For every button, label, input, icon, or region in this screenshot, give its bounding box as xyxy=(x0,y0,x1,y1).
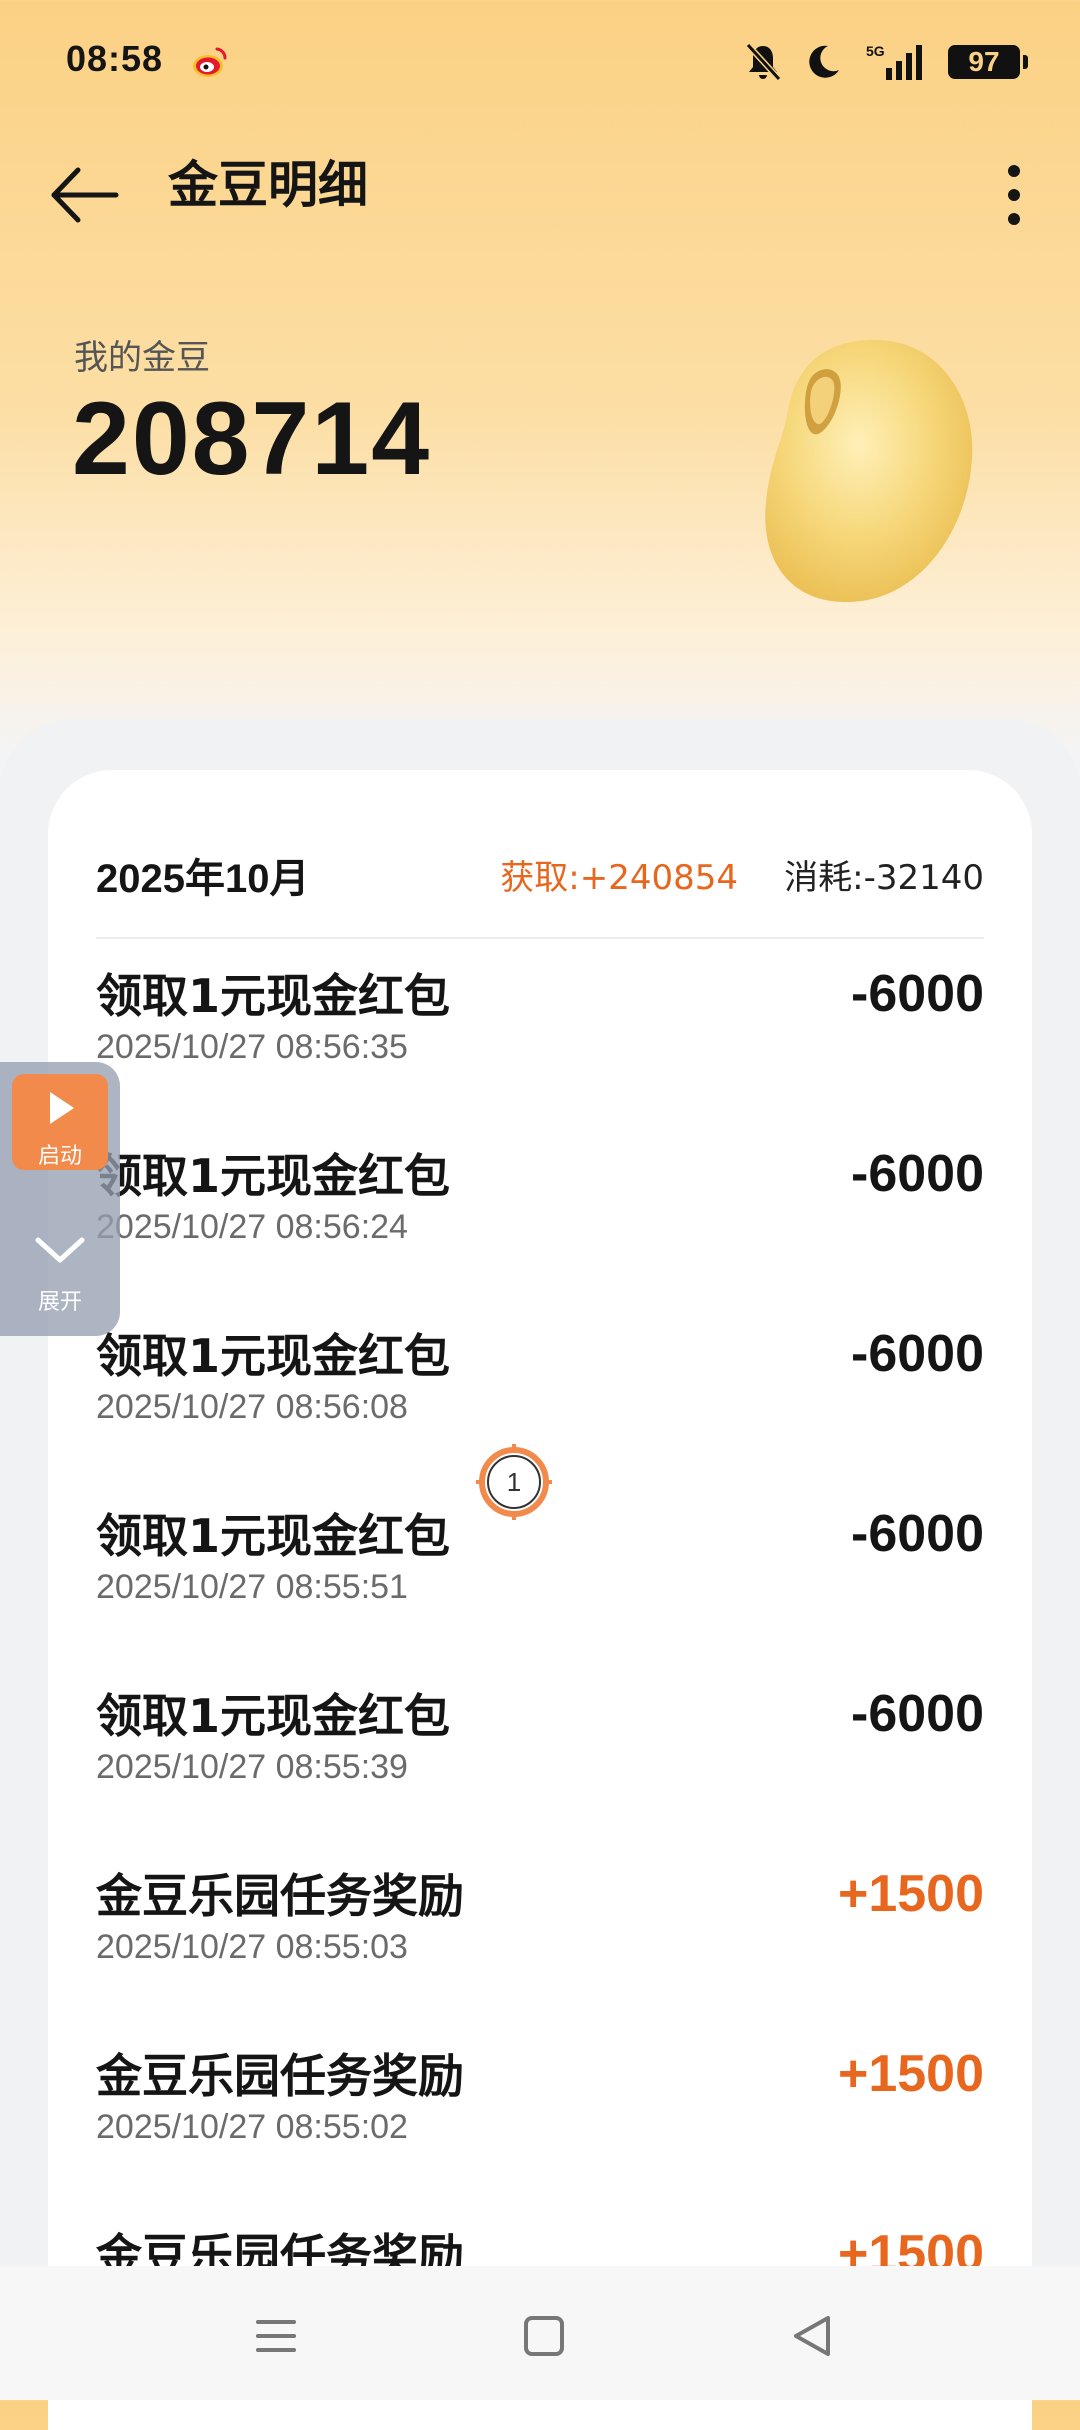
transaction-time: 2025/10/27 08:55:39 xyxy=(96,1748,408,1786)
spent-total: 消耗:-32140 xyxy=(784,858,984,898)
more-options-button[interactable] xyxy=(966,150,1046,230)
list-item[interactable]: 金豆乐园任务奖励 2025/10/27 08:55:02 +1500 xyxy=(96,2040,984,2220)
list-item[interactable]: 领取1元现金红包 2025/10/27 08:56:35 -6000 xyxy=(96,960,984,1140)
status-icons: 5G 97 xyxy=(744,40,1028,84)
menu-icon xyxy=(256,2320,296,2352)
list-item[interactable]: 金豆乐园任务奖励 2025/10/27 08:55:03 +1500 xyxy=(96,1860,984,2040)
page-title: 金豆明细 xyxy=(168,156,368,214)
network-type: 5G xyxy=(866,43,885,59)
transaction-time: 2025/10/27 08:55:03 xyxy=(96,1928,408,1966)
start-button[interactable]: 启动 xyxy=(12,1074,108,1170)
list-item[interactable]: 领取1元现金红包 2025/10/27 08:56:24 -6000 xyxy=(96,1140,984,1320)
touch-marker-icon: 1 xyxy=(476,1444,552,1520)
play-icon xyxy=(50,1092,74,1124)
transaction-amount: -6000 xyxy=(851,965,984,1023)
menu-button[interactable] xyxy=(236,2296,316,2376)
transaction-amount: +1500 xyxy=(837,2045,984,2103)
transaction-list: 领取1元现金红包 2025/10/27 08:56:35 -6000 领取1元现… xyxy=(96,960,984,2400)
transaction-title: 金豆乐园任务奖励 xyxy=(96,1869,464,1923)
expand-label: 展开 xyxy=(37,1290,82,1315)
transaction-amount: -6000 xyxy=(851,1685,984,1743)
transaction-amount: -6000 xyxy=(851,1145,984,1203)
battery-indicator: 97 xyxy=(948,45,1028,79)
transaction-title: 金豆乐园任务奖励 xyxy=(96,2049,464,2103)
status-time: 08:58 xyxy=(66,38,164,79)
back-button[interactable] xyxy=(44,150,124,230)
transaction-amount: -6000 xyxy=(851,1325,984,1383)
month-number: 10 xyxy=(224,857,270,901)
signal-icon: 5G xyxy=(866,43,922,80)
balance-value: 208714 xyxy=(72,381,432,497)
transaction-time: 2025/10/27 08:56:35 xyxy=(96,1028,408,1066)
transaction-title: 领取1元现金红包 xyxy=(96,1149,451,1203)
system-nav-bar xyxy=(0,2266,1080,2400)
month-year-char: 年 xyxy=(184,856,225,902)
back-nav-button[interactable] xyxy=(772,2296,852,2376)
gold-bean-icon xyxy=(765,339,973,603)
start-label: 启动 xyxy=(37,1144,82,1169)
floating-launcher[interactable]: 启动 展开 xyxy=(0,1062,120,1336)
month-year: 2025 xyxy=(96,857,185,901)
transaction-title: 领取1元现金红包 xyxy=(96,1689,451,1743)
transaction-time: 2025/10/27 08:56:24 xyxy=(96,1208,408,1246)
transaction-title: 领取1元现金红包 xyxy=(96,1509,451,1563)
arrow-left-icon xyxy=(51,167,119,223)
transaction-time: 2025/10/27 08:56:08 xyxy=(96,1388,408,1426)
list-item[interactable]: 领取1元现金红包 2025/10/27 08:55:39 -6000 xyxy=(96,1680,984,1860)
list-item[interactable]: 领取1元现金红包 2025/10/27 08:55:51 -6000 xyxy=(96,1500,984,1680)
divider xyxy=(96,937,984,939)
transaction-amount: +1500 xyxy=(837,1865,984,1923)
app-header: 金豆明细 xyxy=(0,140,1080,230)
square-icon xyxy=(524,2316,564,2356)
month-label: 2025年10月 xyxy=(96,846,309,904)
transactions-card: 2025年10月 获取:+240854 消耗:-32140 领取1元现金红包 2… xyxy=(48,770,1032,2430)
touch-marker-label: 1 xyxy=(507,1467,521,1497)
transaction-time: 2025/10/27 08:55:51 xyxy=(96,1568,408,1606)
balance-label: 我的金豆 xyxy=(74,338,210,378)
weibo-icon xyxy=(193,47,227,77)
status-bar: 08:58 5G 97 xyxy=(0,0,1080,124)
transaction-title: 领取1元现金红包 xyxy=(96,969,451,1023)
transaction-amount: -6000 xyxy=(851,1505,984,1563)
mute-icon xyxy=(745,42,782,82)
transaction-title: 领取1元现金红包 xyxy=(96,1329,451,1383)
month-summary: 2025年10月 获取:+240854 消耗:-32140 xyxy=(96,840,984,940)
expand-button[interactable]: 展开 xyxy=(12,1212,108,1322)
month-char: 月 xyxy=(269,856,310,902)
chevron-down-icon xyxy=(35,1237,85,1263)
moon-icon xyxy=(809,45,839,78)
earned-total: 获取:+240854 xyxy=(500,858,738,898)
triangle-back-icon xyxy=(794,2316,830,2356)
transaction-time: 2025/10/27 08:55:02 xyxy=(96,2108,408,2146)
more-vertical-icon xyxy=(1008,165,1020,225)
home-button[interactable] xyxy=(504,2296,584,2376)
